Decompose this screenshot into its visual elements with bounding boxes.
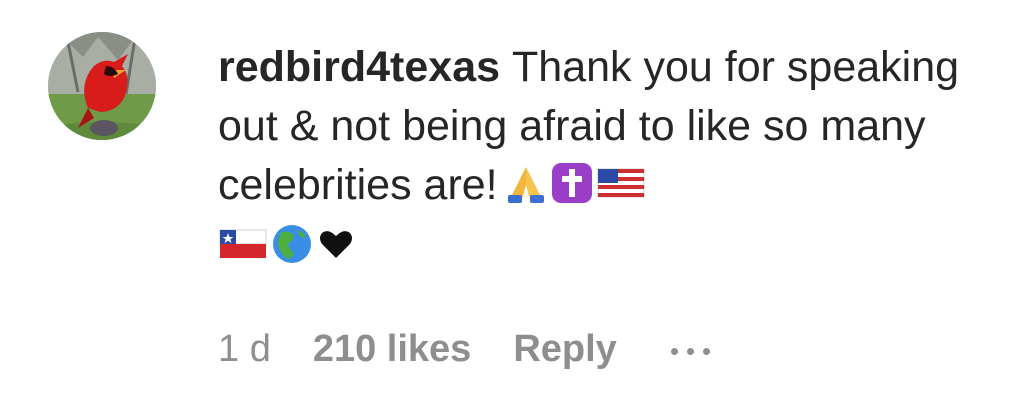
folded-hands-emoji	[504, 161, 548, 205]
globe-americas-emoji	[270, 222, 314, 266]
black-heart-emoji	[316, 224, 356, 264]
comment: redbird4texas Thank you for speaking out …	[0, 0, 1024, 416]
comment-meta: 1 d 210 likes Reply	[218, 328, 710, 371]
comment-username[interactable]: redbird4texas	[218, 43, 500, 91]
emoji-group-2	[218, 222, 356, 266]
emoji-group-1	[504, 161, 646, 205]
dot	[702, 348, 710, 355]
likes-count[interactable]: 210 likes	[313, 328, 471, 371]
comment-timestamp[interactable]: 1 d	[218, 328, 271, 371]
reply-button[interactable]: Reply	[513, 328, 616, 371]
us-flag-emoji	[596, 163, 646, 203]
comment-body: redbird4texas Thank you for speaking out …	[218, 38, 998, 274]
dot	[686, 348, 694, 355]
more-options-icon[interactable]	[670, 344, 710, 355]
cardinal-avatar-image	[48, 32, 156, 140]
latin-cross-emoji	[550, 161, 594, 205]
comment-text-line-1: Thank you for	[512, 43, 775, 91]
avatar[interactable]	[48, 32, 156, 140]
dot	[670, 348, 678, 355]
chile-flag-emoji	[218, 224, 268, 264]
